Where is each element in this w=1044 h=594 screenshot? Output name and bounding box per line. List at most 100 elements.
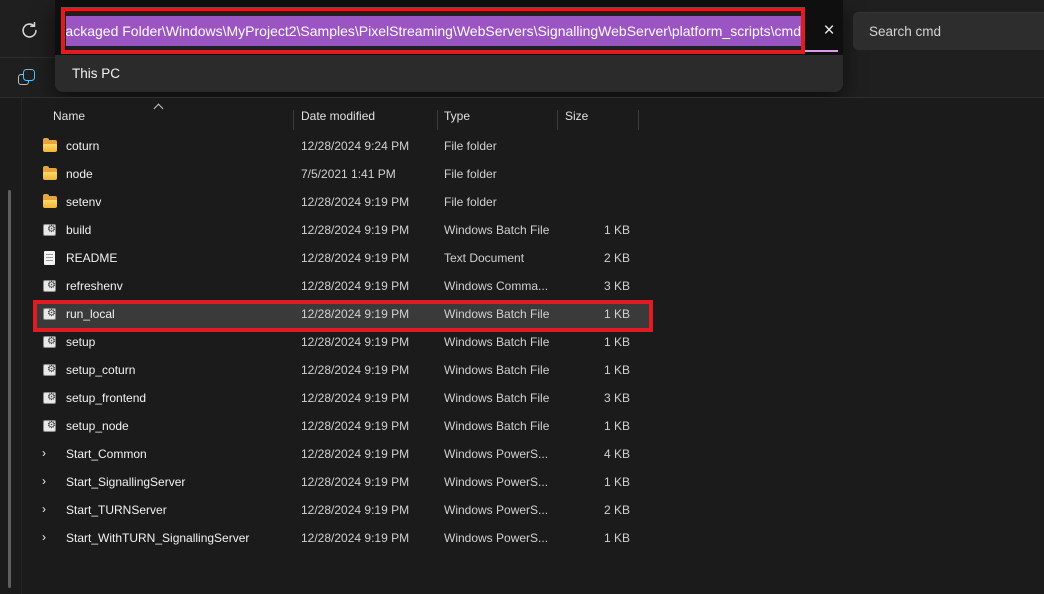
- file-date-modified: 12/28/2024 9:24 PM: [293, 139, 437, 153]
- powershell-file-icon: ›: [42, 474, 58, 490]
- file-row-setup_node[interactable]: ⚙setup_node12/28/2024 9:19 PMWindows Bat…: [22, 412, 1044, 440]
- file-row-Start_Common[interactable]: › Start_Common 12/28/2024 9:19 PMWindows P…: [22, 440, 1044, 468]
- address-input[interactable]: Packaged Folder\Windows\MyProject2\Sampl…: [66, 12, 803, 50]
- file-type: Windows Batch File: [437, 363, 557, 377]
- file-row-build[interactable]: ⚙build12/28/2024 9:19 PMWindows Batch Fi…: [22, 216, 1044, 244]
- column-separator[interactable]: [437, 110, 438, 130]
- file-list: Name Date modified Type Size coturn 12/28…: [22, 98, 1044, 594]
- file-row-Start_SignallingServer[interactable]: ›Start_SignallingServer12/28/2024 9:19 P…: [22, 468, 1044, 496]
- folder-icon: [42, 138, 58, 154]
- copy-button[interactable]: [15, 66, 41, 92]
- file-type: Windows Batch File: [437, 307, 557, 321]
- file-type: Windows Batch File: [437, 391, 557, 405]
- file-row-Start_TURNServer[interactable]: ›Start_TURNServer12/28/2024 9:19 PMWindo…: [22, 496, 1044, 524]
- file-row-Start_WithTURN_SignallingServer[interactable]: ›Start_WithTURN_SignallingServer12/28/20…: [22, 524, 1044, 552]
- file-size: 2 KB: [557, 503, 638, 517]
- file-rows: coturn12/28/2024 9:24 PMFile foldernode7…: [22, 132, 1044, 552]
- file-name: setup_coturn: [66, 363, 135, 377]
- column-header-row: Name Date modified Type Size: [22, 103, 1044, 129]
- file-date-modified: 7/5/2021 1:41 PM: [293, 167, 437, 181]
- file-type: Windows Batch File: [437, 335, 557, 349]
- refresh-icon: [20, 21, 39, 45]
- file-name: setup_frontend: [66, 391, 146, 405]
- file-name: coturn: [66, 139, 99, 153]
- column-header-date-modified[interactable]: Date modified: [293, 103, 437, 129]
- address-bar-zone: Packaged Folder\Windows\MyProject2\Sampl…: [55, 0, 843, 55]
- file-date-modified: 12/28/2024 9:19 PM: [293, 363, 437, 377]
- column-separator[interactable]: [293, 110, 294, 130]
- sort-ascending-icon: [154, 104, 164, 114]
- file-size: 1 KB: [557, 335, 638, 349]
- batch-file-icon: ⚙: [42, 222, 58, 238]
- file-name: Start_WithTURN_SignallingServer: [66, 531, 249, 545]
- clear-address-button[interactable]: ×: [812, 12, 846, 50]
- address-selected-text: Packaged Folder\Windows\MyProject2\Sampl…: [66, 16, 803, 46]
- file-row-run_local[interactable]: ⚙ run_local 12/28/2024 9:19 PMWindows Batc…: [22, 300, 1044, 328]
- file-explorer-window: Packaged Folder\Windows\MyProject2\Sampl…: [0, 0, 1044, 594]
- file-type: Text Document: [437, 251, 557, 265]
- file-type: Windows PowerS...: [437, 503, 557, 517]
- file-size: 1 KB: [557, 419, 638, 433]
- file-type: Windows Batch File: [437, 223, 557, 237]
- file-row-setup_frontend[interactable]: ⚙setup_frontend12/28/2024 9:19 PMWindows…: [22, 384, 1044, 412]
- file-row-README[interactable]: README 12/28/2024 9:19 PMText Document2 K…: [22, 244, 1044, 272]
- file-date-modified: 12/28/2024 9:19 PM: [293, 279, 437, 293]
- file-date-modified: 12/28/2024 9:19 PM: [293, 503, 437, 517]
- file-type: Windows Batch File: [437, 419, 557, 433]
- close-icon: ×: [823, 20, 834, 42]
- suggestion-label: This PC: [72, 66, 120, 81]
- address-bar-flyout: Packaged Folder\Windows\MyProject2\Sampl…: [55, 0, 843, 92]
- file-name: README: [66, 251, 117, 265]
- powershell-file-icon: ›: [42, 530, 58, 546]
- text-document-icon: [42, 250, 58, 266]
- file-size: 1 KB: [557, 475, 638, 489]
- file-date-modified: 12/28/2024 9:19 PM: [293, 195, 437, 209]
- file-row-refreshenv[interactable]: ⚙refreshenv12/28/2024 9:19 PMWindows Com…: [22, 272, 1044, 300]
- file-row-node[interactable]: node7/5/2021 1:41 PMFile folder: [22, 160, 1044, 188]
- file-date-modified: 12/28/2024 9:19 PM: [293, 223, 437, 237]
- file-name: Start_SignallingServer: [66, 475, 185, 489]
- file-name: node: [66, 167, 93, 181]
- file-type: Windows PowerS...: [437, 447, 557, 461]
- column-header-size[interactable]: Size: [557, 103, 638, 129]
- file-size: 1 KB: [557, 531, 638, 545]
- search-input[interactable]: Search cmd: [853, 12, 1044, 50]
- file-type: Windows Comma...: [437, 279, 557, 293]
- file-name: setup: [66, 335, 95, 349]
- file-row-coturn[interactable]: coturn 12/28/2024 9:24 PMFile folder: [22, 132, 1044, 160]
- file-size: 3 KB: [557, 391, 638, 405]
- batch-file-icon: ⚙: [42, 306, 58, 322]
- file-row-setenv[interactable]: setenv 12/28/2024 9:19 PMFile folder: [22, 188, 1044, 216]
- file-name: Start_Common: [66, 447, 147, 461]
- batch-file-icon: ⚙: [42, 390, 58, 406]
- file-type: File folder: [437, 139, 557, 153]
- file-type: File folder: [437, 195, 557, 209]
- column-header-type[interactable]: Type: [437, 103, 557, 129]
- file-row-setup_coturn[interactable]: ⚙ setup_coturn 12/28/2024 9:19 PMWindows B…: [22, 356, 1044, 384]
- file-name: refreshenv: [66, 279, 123, 293]
- powershell-file-icon: ›: [42, 446, 58, 462]
- file-size: 2 KB: [557, 251, 638, 265]
- suggestion-this-pc[interactable]: This PC: [55, 55, 843, 92]
- file-date-modified: 12/28/2024 9:19 PM: [293, 335, 437, 349]
- file-row-setup[interactable]: ⚙ setup 12/28/2024 9:19 PMWindows Batch Fi…: [22, 328, 1044, 356]
- column-header-name[interactable]: Name: [22, 103, 293, 129]
- refresh-button[interactable]: [17, 21, 41, 45]
- search-placeholder: Search cmd: [869, 24, 941, 39]
- batch-file-icon: ⚙: [42, 362, 58, 378]
- file-date-modified: 12/28/2024 9:19 PM: [293, 447, 437, 461]
- file-date-modified: 12/28/2024 9:19 PM: [293, 251, 437, 265]
- nav-pane-scrollbar[interactable]: [8, 190, 11, 588]
- file-date-modified: 12/28/2024 9:19 PM: [293, 419, 437, 433]
- batch-file-icon: ⚙: [42, 334, 58, 350]
- file-date-modified: 12/28/2024 9:19 PM: [293, 307, 437, 321]
- file-name: setenv: [66, 195, 101, 209]
- file-size: 3 KB: [557, 279, 638, 293]
- column-separator[interactable]: [638, 110, 639, 130]
- column-separator[interactable]: [557, 110, 558, 130]
- powershell-file-icon: ›: [42, 502, 58, 518]
- file-size: 1 KB: [557, 223, 638, 237]
- file-size: 4 KB: [557, 447, 638, 461]
- file-name: run_local: [66, 307, 115, 321]
- folder-icon: [42, 194, 58, 210]
